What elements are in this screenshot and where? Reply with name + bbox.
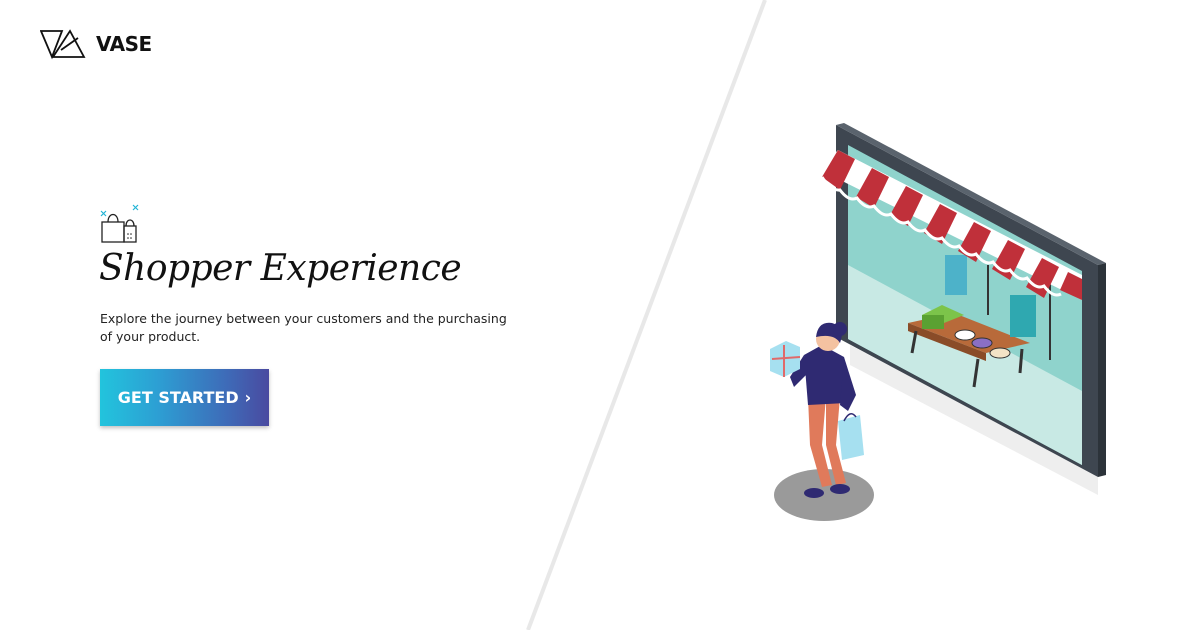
hero-description: Explore the journey between your custome… bbox=[100, 311, 507, 344]
shopping-bag-icon bbox=[100, 204, 139, 243]
chevron-right-icon: › bbox=[244, 388, 252, 407]
brand-logo[interactable]: VASE bbox=[40, 28, 152, 60]
get-started-button[interactable]: GET STARTED › bbox=[100, 369, 269, 426]
page-title: Shopper Experience bbox=[99, 248, 462, 289]
storefront-illustration bbox=[770, 123, 1106, 521]
get-started-label: GET STARTED bbox=[117, 388, 239, 407]
brand-name: VASE bbox=[96, 32, 152, 56]
vase-triangle-logo-icon bbox=[40, 29, 86, 60]
